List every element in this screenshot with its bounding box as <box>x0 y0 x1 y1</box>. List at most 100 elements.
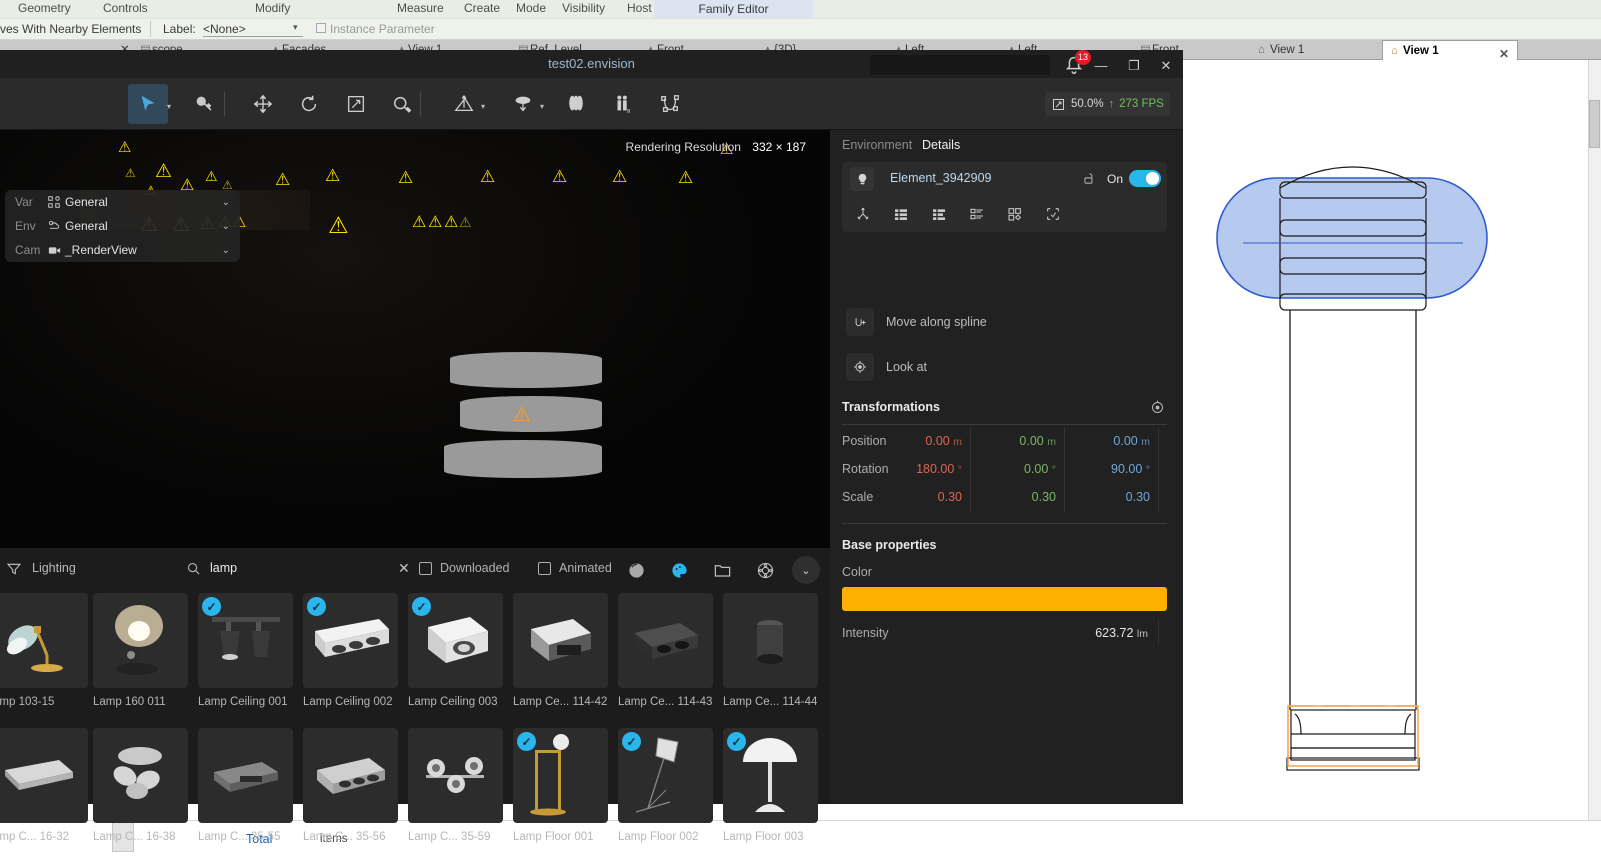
move-along-spline-button[interactable]: Move along spline <box>846 307 987 337</box>
camera-value: _RenderView <box>65 243 137 257</box>
material-picker-button[interactable] <box>184 84 224 124</box>
asset-tile[interactable] <box>408 728 503 823</box>
list-icon[interactable] <box>888 202 914 226</box>
close-button[interactable]: ✕ <box>1155 56 1177 76</box>
position-x-value[interactable]: 0.00 m <box>890 434 962 448</box>
scale-tool-button[interactable] <box>336 84 376 124</box>
select-tool-button[interactable] <box>128 84 168 124</box>
asset-tile[interactable] <box>0 728 88 823</box>
film-icon[interactable] <box>753 558 777 582</box>
render-viewport[interactable]: Rendering Resolution 332 × 187 ⚠ ⚠ ⚠ ⚠ ⚠… <box>0 130 830 548</box>
move-tool-button[interactable] <box>243 84 283 124</box>
view-tab-view1-active[interactable]: ⌂ View 1 ✕ <box>1382 40 1518 61</box>
asset-label: Lamp C... 35-55 <box>198 831 281 843</box>
asset-tile[interactable] <box>513 593 608 688</box>
clear-search-icon[interactable]: ✕ <box>398 560 410 577</box>
animated-checkbox[interactable] <box>538 562 551 575</box>
scale-y-value[interactable]: 0.30 <box>984 490 1056 504</box>
asset-tile[interactable] <box>618 593 713 688</box>
magnet-snap-button[interactable] <box>383 84 423 124</box>
asset-selected-check-icon: ✓ <box>517 732 536 751</box>
vegetation-tool-button[interactable] <box>556 84 596 124</box>
list-detail-icon[interactable] <box>926 202 952 226</box>
filter-category-label[interactable]: Lighting <box>32 561 76 575</box>
grid-icon[interactable] <box>1002 202 1028 226</box>
environment-selector-row[interactable]: Env General ⌄ <box>5 214 240 238</box>
options-bar: ves With Nearby Elements Label: <None> ▾… <box>0 18 1601 40</box>
variant-chevron-down-icon[interactable]: ⌄ <box>222 197 230 208</box>
tab-family-editor[interactable]: Family Editor <box>654 0 813 18</box>
terrain-chevron-down-icon[interactable]: ▾ <box>481 102 485 111</box>
position-z-value[interactable]: 0.00 m <box>1078 434 1150 448</box>
light-marker-warning-icon: ⚠ <box>328 212 349 238</box>
intensity-value[interactable]: 623.72 lm <box>1060 626 1148 640</box>
scale-z-value[interactable]: 0.30 <box>1078 490 1150 504</box>
view-tab-view1-b[interactable]: ⌂ View 1 <box>1258 40 1304 60</box>
expand-browser-chevron-down-icon[interactable]: ⌄ <box>792 556 820 584</box>
asset-tile[interactable] <box>723 593 818 688</box>
variant-selector-row[interactable]: Var General ⌄ <box>5 190 240 214</box>
transformations-title: Transformations <box>842 400 940 414</box>
position-y-value[interactable]: 0.00 m <box>984 434 1056 448</box>
rotation-x-value[interactable]: 180.00 ° <box>890 462 962 476</box>
chevron-down-icon[interactable]: ▾ <box>293 22 298 33</box>
select-tool-chevron-down-icon[interactable]: ▾ <box>167 102 171 111</box>
asset-tile[interactable]: ✓ <box>303 593 398 688</box>
people-tool-button[interactable]: a <box>603 84 643 124</box>
tab-environment[interactable]: Environment <box>842 138 912 152</box>
downloaded-checkbox[interactable] <box>419 562 432 575</box>
asset-search-input[interactable]: lamp <box>210 561 237 575</box>
selection-highlight <box>1216 177 1488 299</box>
asset-tile[interactable]: ✓ <box>723 728 818 823</box>
camera-chevron-down-icon[interactable]: ⌄ <box>222 245 230 256</box>
asset-tile[interactable] <box>198 728 293 823</box>
reset-transform-icon[interactable] <box>1150 400 1165 420</box>
terrain-tool-button[interactable] <box>444 84 484 124</box>
scrollbar-thumb[interactable] <box>1589 100 1600 148</box>
list-compact-icon[interactable] <box>964 202 990 226</box>
resolution-icon <box>1053 98 1064 110</box>
lighting-tool-button[interactable] <box>503 84 543 124</box>
scale-x-value[interactable]: 0.30 <box>890 490 962 504</box>
minimize-button[interactable]: — <box>1090 56 1112 76</box>
asset-tile[interactable]: ✓ <box>198 593 293 688</box>
expand-icon[interactable] <box>1040 202 1066 226</box>
asset-tile[interactable] <box>93 593 188 688</box>
lock-open-icon[interactable] <box>1082 171 1096 191</box>
color-swatch[interactable] <box>842 587 1167 611</box>
look-at-button[interactable]: Look at <box>846 352 927 382</box>
asset-tile[interactable]: ✓ <box>618 728 713 823</box>
camera-selector-row[interactable]: Cam _RenderView ⌄ <box>5 238 240 262</box>
asset-tile[interactable] <box>0 593 88 688</box>
instance-parameter-checkbox[interactable] <box>316 23 326 33</box>
intensity-label: Intensity <box>842 626 889 640</box>
asset-tile[interactable]: ✓ <box>408 593 503 688</box>
pivot-icon[interactable] <box>850 202 876 226</box>
asset-tile[interactable] <box>303 728 398 823</box>
rotate-tool-button[interactable] <box>289 84 329 124</box>
asset-tile[interactable] <box>93 728 188 823</box>
spline-path-tool-button[interactable] <box>650 84 690 124</box>
label-value-dropdown[interactable]: <None> <box>203 22 246 36</box>
asset-tile[interactable]: ✓ <box>513 728 608 823</box>
instance-parameter-label: Instance Parameter <box>330 22 435 36</box>
rotation-y-value[interactable]: 0.00 ° <box>984 462 1056 476</box>
move-along-spline-label: Move along spline <box>886 315 987 329</box>
canvas-vertical-scrollbar[interactable] <box>1588 60 1601 820</box>
lamp-elevation-drawing[interactable] <box>1195 138 1595 838</box>
sphere-icon[interactable] <box>624 558 648 582</box>
tab-details[interactable]: Details <box>922 138 960 152</box>
rotation-z-value[interactable]: 90.00 ° <box>1078 462 1150 476</box>
element-on-toggle[interactable] <box>1129 170 1161 187</box>
lighting-chevron-down-icon[interactable]: ▾ <box>540 102 544 111</box>
element-name[interactable]: Element_3942909 <box>890 171 991 185</box>
folder-icon[interactable] <box>710 558 734 582</box>
maximize-button[interactable]: ❐ <box>1123 56 1145 76</box>
environment-chevron-down-icon[interactable]: ⌄ <box>222 221 230 232</box>
palette-icon[interactable] <box>667 558 691 582</box>
environment-key: Env <box>15 219 36 233</box>
options-nearby-elements-text: ves With Nearby Elements <box>0 22 142 36</box>
filter-icon[interactable] <box>6 561 22 582</box>
asset-label: Lamp C... 16-38 <box>93 831 176 843</box>
details-panel: Environment Details Element_3942909 On M… <box>830 130 1183 804</box>
